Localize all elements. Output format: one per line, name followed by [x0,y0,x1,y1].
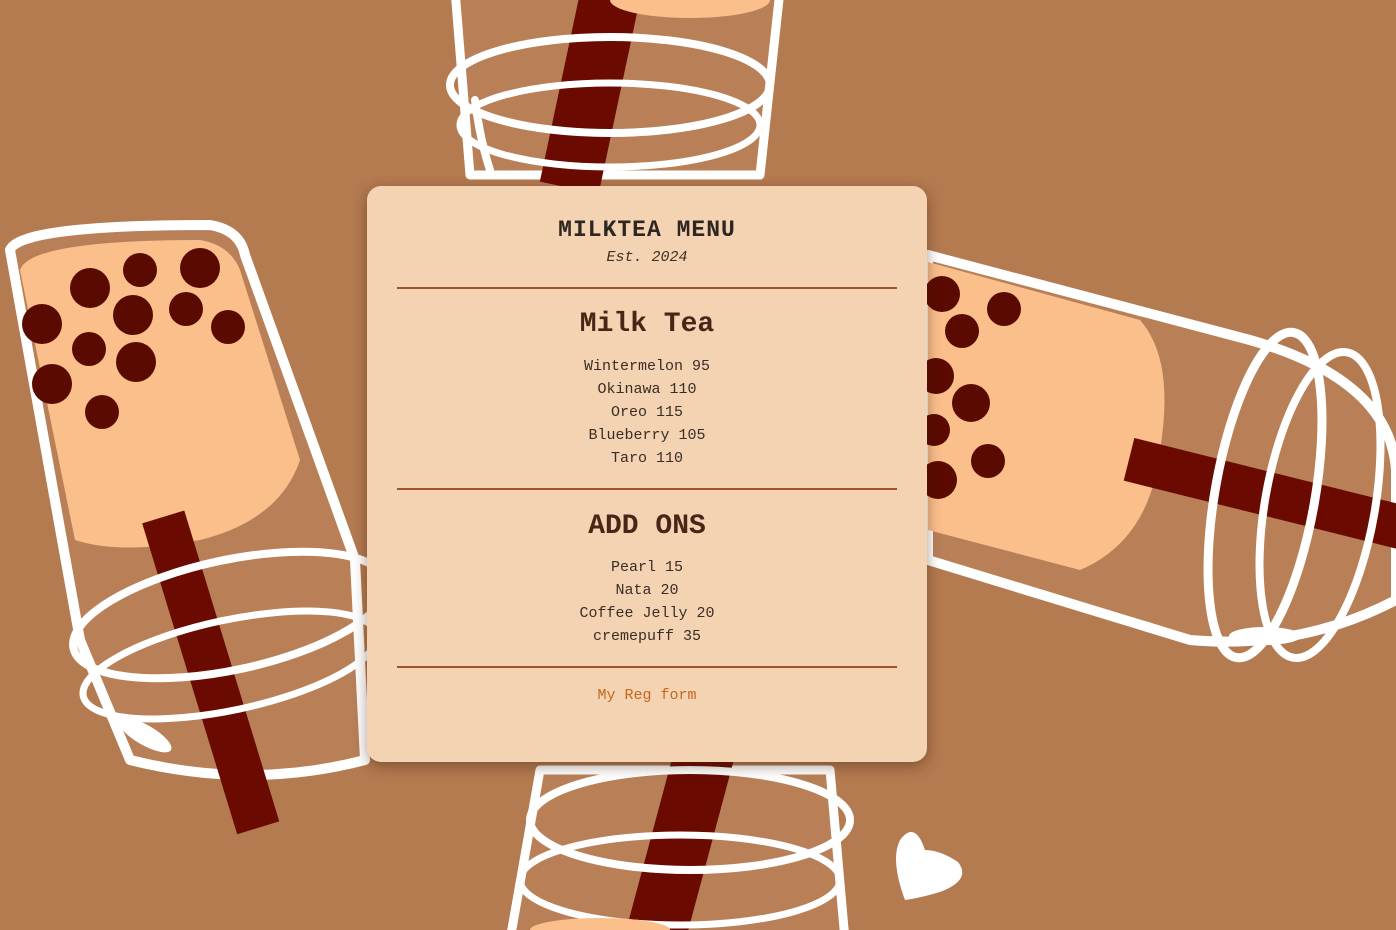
boba-cup-left [5,220,391,835]
menu-item: Nata 20 [615,582,679,599]
menu-item: Coffee Jelly 20 [579,605,715,622]
heart-icon [896,832,963,900]
section-title-milk-tea: Milk Tea [579,309,715,340]
menu-card: MILKTEA MENU Est. 2024 Milk Tea Winterme… [367,186,927,762]
menu-item: Taro 110 [610,450,683,467]
established-label: Est. 2024 [606,249,688,266]
boba-cup-top [446,0,784,195]
divider [397,287,897,289]
add-ons-list: Pearl 15 Nata 20 Coffee Jelly 20 cremepu… [397,556,897,648]
menu-item: Wintermelon 95 [583,358,711,375]
menu-item: Oreo 115 [610,404,683,421]
reg-form-link[interactable]: My Reg form [597,687,696,705]
menu-title: MILKTEA MENU [558,217,736,243]
milk-tea-list: Wintermelon 95 Okinawa 110 Oreo 115 Blue… [397,355,897,470]
menu-item: cremepuff 35 [592,628,702,645]
menu-item: Pearl 15 [610,559,683,576]
boba-cup-right [918,250,1396,663]
divider [397,488,897,490]
section-title-add-ons: ADD ONS [588,511,706,542]
divider [397,666,897,668]
menu-item: Blueberry 105 [588,427,706,444]
boba-cup-bottom [507,735,854,930]
menu-item: Okinawa 110 [597,381,697,398]
